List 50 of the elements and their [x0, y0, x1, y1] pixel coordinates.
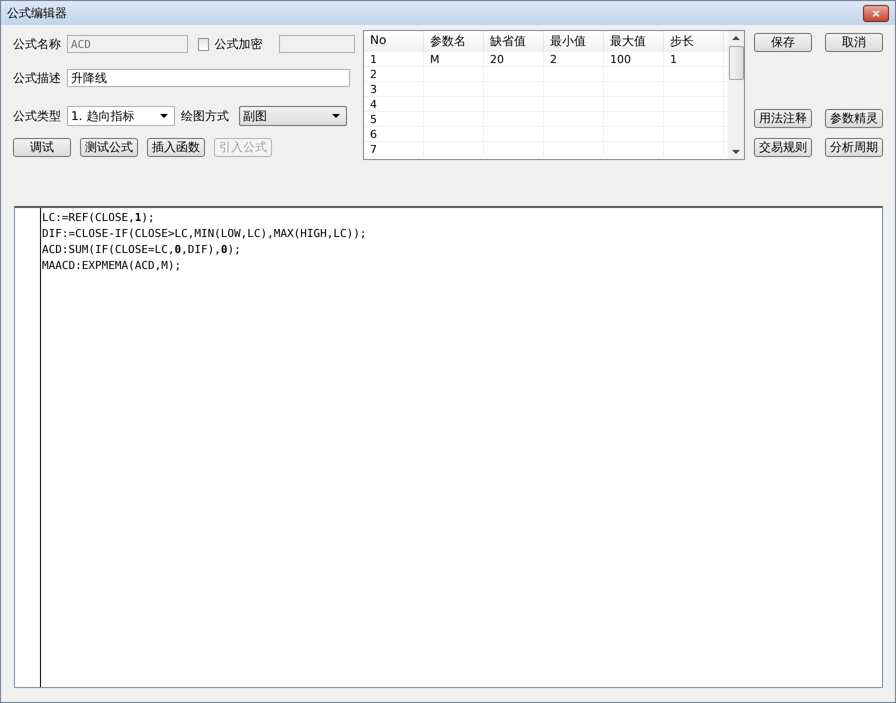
table-cell: 2 [364, 67, 424, 82]
checkbox[interactable] [198, 38, 209, 50]
field-label: 公式名称 [13, 36, 61, 52]
table-cell: 1 [364, 52, 424, 67]
password-field[interactable] [278, 35, 355, 53]
checkbox-label: 公式加密 [214, 36, 263, 52]
table-cell: 2 [544, 52, 604, 67]
description-field[interactable]: 升降线 [67, 69, 350, 87]
table-cell: 100 [604, 52, 664, 67]
code-line: DIF:=CLOSE-IF(CLOSE>LC,MIN(LOW,LC),MAX(HIGH,LC)); [42, 226, 367, 242]
column-header: No [364, 31, 424, 52]
table-cell: 5 [364, 112, 424, 127]
type-dropdown[interactable]: 1. 趋向指标 [67, 106, 175, 126]
field-label: 公式类型 [13, 108, 61, 124]
column-header: 缺省值 [484, 31, 544, 52]
scroll-down-icon [732, 150, 740, 154]
action-button[interactable]: 交易规则 [754, 138, 812, 157]
action-button[interactable]: 测试公式 [80, 138, 138, 157]
table-cell: M [424, 52, 484, 67]
table-cell: 4 [364, 97, 424, 112]
table-cell: 7 [364, 142, 424, 157]
window-title: 公式编辑器 [7, 4, 67, 22]
action-button[interactable]: 参数精灵 [825, 109, 883, 128]
action-button[interactable]: 调试 [13, 138, 71, 157]
table-cell: 1 [664, 52, 724, 67]
code-line: ACD:SUM(IF(CLOSE=LC,0,DIF),0); [42, 242, 242, 258]
code-editor[interactable]: LC:=REF(CLOSE,1); DIF:=CLOSE-IF(CLOSE>LC,MIN(LOW,LC),MAX(HIGH,LC)); ACD:SUM(IF(CLOSE=LC,0,DIF),0); MAACD:EXPMEMA(ACD,M); [14, 206, 883, 688]
table-cell: 20 [484, 52, 544, 67]
field-label: 公式描述 [13, 70, 61, 86]
column-header: 最大值 [604, 31, 664, 52]
code-line: LC:=REF(CLOSE,1); [42, 210, 156, 226]
dropdown-arrow-icon [332, 114, 340, 118]
draw-mode-dropdown[interactable]: 副图 [239, 106, 347, 126]
column-header: 最小值 [544, 31, 604, 52]
dropdown-arrow-icon [160, 114, 168, 118]
table-cell: 6 [364, 127, 424, 142]
scroll-thumb[interactable] [728, 46, 744, 80]
action-button[interactable]: 分析周期 [825, 138, 883, 157]
code-line: MAACD:EXPMEMA(ACD,M); [42, 258, 182, 274]
field-label: 绘图方式 [181, 108, 229, 124]
action-button[interactable]: 用法注释 [754, 109, 812, 128]
action-button[interactable]: 取消 [825, 33, 883, 52]
scrollbar[interactable] [728, 31, 744, 159]
action-button[interactable]: 插入函数 [147, 138, 205, 157]
table-cell: 3 [364, 82, 424, 97]
column-header: 参数名 [424, 31, 484, 52]
scroll-up-icon [732, 36, 740, 40]
column-header: 步长 [664, 31, 724, 52]
action-button[interactable]: 保存 [754, 33, 812, 52]
name-field[interactable]: ACD [67, 35, 188, 53]
